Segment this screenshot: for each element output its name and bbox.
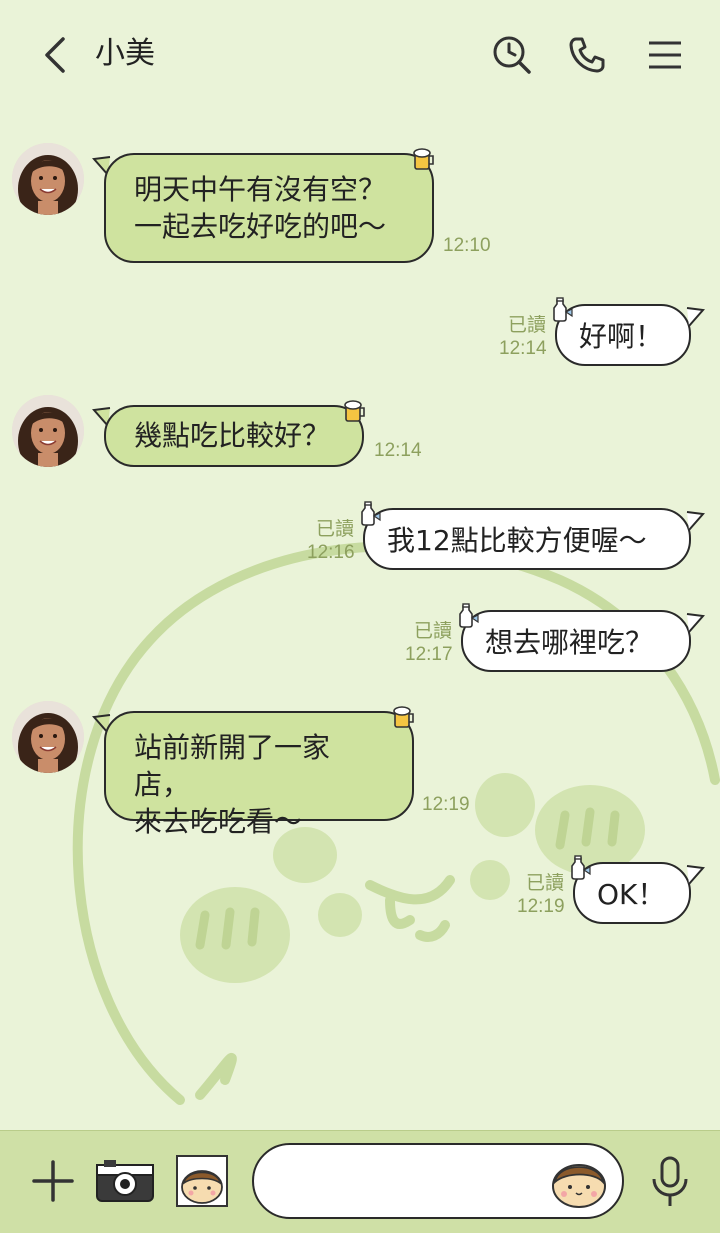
message-input[interactable]	[252, 1143, 624, 1219]
outgoing-message-bubble[interactable]: 好啊！	[555, 304, 691, 366]
bubble-tail	[686, 613, 705, 633]
read-receipt: 已讀	[315, 518, 354, 540]
plus-icon	[32, 1160, 74, 1202]
menu-button[interactable]	[640, 30, 690, 80]
chat-title: 小美	[95, 36, 155, 71]
contact-photo	[12, 395, 84, 467]
message-text-line: 來去吃吃看～	[134, 805, 303, 838]
read-receipt: 已讀	[525, 872, 564, 894]
menu-icon	[649, 41, 681, 69]
call-button[interactable]	[562, 30, 612, 80]
back-button[interactable]	[30, 30, 80, 80]
message-text: 想去哪裡吃？	[485, 626, 654, 659]
bubble-tail	[686, 865, 705, 885]
message-text: 幾點吃比較好？	[134, 419, 331, 452]
bubble-tail	[686, 307, 705, 327]
message-text: 好啊！	[579, 320, 664, 353]
milk-bottle-icon	[454, 603, 480, 629]
message-text-line: 一起去吃好吃的吧～	[134, 210, 387, 243]
outgoing-message-bubble[interactable]: 我12點比較方便喔～	[363, 508, 691, 570]
chat-header: 小美	[0, 0, 720, 110]
sticker-icon	[176, 1155, 228, 1207]
message-text: 我12點比較方便喔～	[387, 524, 647, 557]
clock-search-icon	[493, 36, 531, 74]
voice-message-button[interactable]	[648, 1155, 692, 1209]
message-time: 12:17	[405, 644, 453, 665]
message-text: OK！	[597, 878, 666, 911]
phone-icon	[569, 37, 605, 73]
milk-bottle-icon	[356, 501, 382, 527]
message-text-line: 明天中午有沒有空？	[134, 173, 387, 206]
contact-photo	[12, 701, 84, 773]
camera-button[interactable]	[94, 1157, 156, 1205]
incoming-message-bubble[interactable]: 站前新開了一家店， 來去吃吃看～	[104, 711, 414, 838]
outgoing-message-bubble[interactable]: 想去哪裡吃？	[461, 610, 691, 672]
bubble-tail	[686, 511, 705, 531]
message-input-bar	[0, 1130, 720, 1233]
emoji-icon	[552, 1164, 606, 1208]
sticker-button[interactable]	[176, 1155, 228, 1207]
message-time: 12:19	[422, 794, 470, 815]
milk-bottle-icon	[566, 855, 592, 881]
back-icon	[45, 37, 65, 73]
contact-avatar[interactable]	[12, 143, 84, 215]
emoji-button[interactable]	[550, 1154, 608, 1210]
message-time: 12:19	[517, 896, 565, 917]
contact-avatar[interactable]	[12, 395, 84, 467]
incoming-message-bubble[interactable]: 明天中午有沒有空？ 一起去吃好吃的吧～	[104, 153, 434, 263]
camera-icon	[96, 1160, 154, 1202]
contact-photo	[12, 143, 84, 215]
search-history-button[interactable]	[487, 30, 537, 80]
message-time: 12:10	[443, 235, 491, 256]
message-time: 12:14	[374, 440, 422, 461]
contact-avatar[interactable]	[12, 701, 84, 773]
beer-cup-icon	[342, 398, 368, 424]
message-time: 12:14	[499, 338, 547, 359]
microphone-icon	[652, 1156, 688, 1206]
milk-bottle-icon	[548, 297, 574, 323]
incoming-message-bubble[interactable]: 幾點吃比較好？	[104, 405, 364, 467]
beer-cup-icon	[411, 146, 437, 172]
add-attachment-button[interactable]	[28, 1156, 78, 1206]
read-receipt: 已讀	[507, 314, 546, 336]
message-time: 12:16	[307, 542, 355, 563]
beer-cup-icon	[391, 704, 417, 730]
read-receipt: 已讀	[413, 620, 452, 642]
message-text-line: 站前新開了一家店，	[134, 731, 331, 801]
